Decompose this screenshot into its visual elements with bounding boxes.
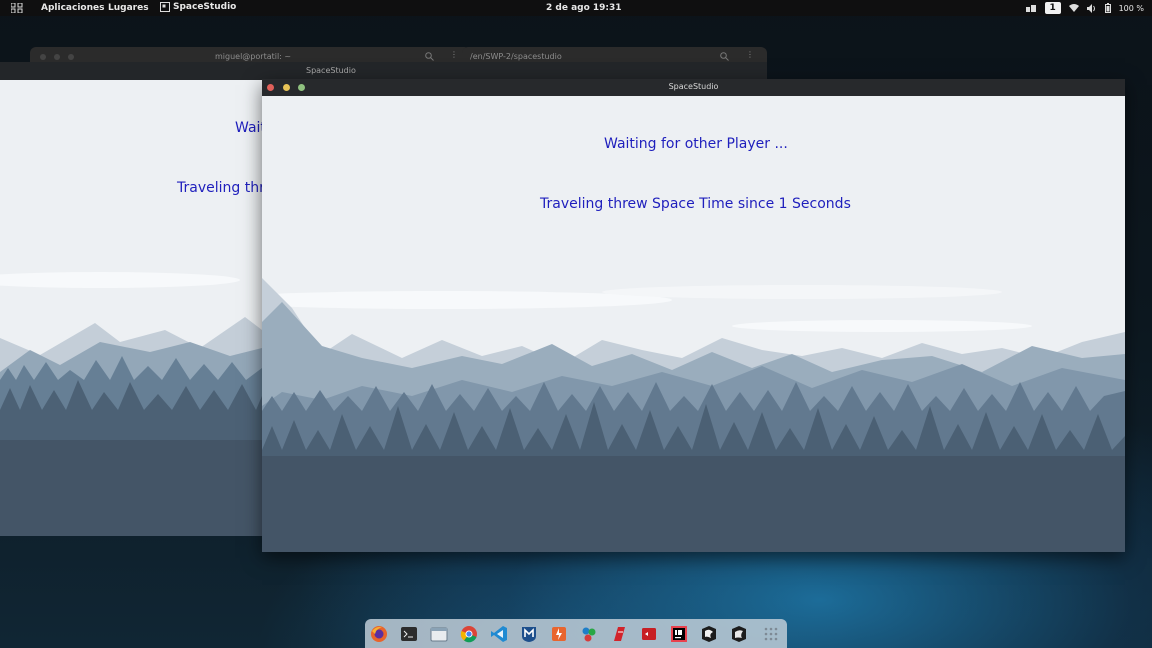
applications-menu[interactable]: Aplicaciones	[41, 3, 104, 13]
places-menu[interactable]: Lugares	[108, 3, 149, 13]
activities-grid-icon[interactable]	[11, 3, 23, 13]
back-window-title-extension: SpaceStudio	[262, 62, 767, 79]
traveling-message: Traveling threw Space Time since 1 Secon…	[177, 180, 262, 196]
menu-kebab-icon[interactable]: ⋮	[746, 50, 754, 59]
active-app-menu[interactable]: SpaceStudio	[160, 2, 236, 12]
firefox-icon[interactable]	[370, 625, 388, 643]
maltego-icon[interactable]	[580, 625, 598, 643]
back-window-title: SpaceStudio	[306, 66, 356, 75]
terminal-minimize-button[interactable]	[54, 54, 60, 60]
metasploit-icon[interactable]	[520, 625, 538, 643]
back-window-titlebar[interactable]	[0, 62, 262, 80]
spacestudio-window-back[interactable]: Waiting for other Player ... Traveling t…	[0, 62, 262, 536]
app-red-icon[interactable]	[640, 625, 658, 643]
traveling-message: Traveling threw Space Time since 1 Secon…	[540, 196, 851, 212]
system-tray: 1 100 %	[1025, 1, 1144, 15]
menu-kebab-icon[interactable]: ⋮	[450, 50, 458, 59]
files-icon[interactable]	[430, 625, 448, 643]
landscape-illustration	[262, 278, 1125, 552]
terminal-maximize-button[interactable]	[68, 54, 74, 60]
terminal-title: miguel@portatil: ~	[215, 52, 292, 61]
front-window-game-area: Waiting for other Player ... Traveling t…	[262, 96, 1125, 552]
intellij-icon[interactable]	[670, 625, 688, 643]
chrome-icon[interactable]	[460, 625, 478, 643]
active-app-label: SpaceStudio	[173, 2, 237, 12]
faraday-icon[interactable]	[610, 625, 628, 643]
search-icon[interactable]	[425, 52, 434, 61]
kali-icon[interactable]	[700, 625, 718, 643]
front-window-title: SpaceStudio	[668, 82, 719, 91]
battery-icon[interactable]	[1104, 3, 1111, 13]
show-apps-icon[interactable]	[762, 625, 780, 643]
volume-icon[interactable]	[1086, 3, 1097, 13]
terminal-icon[interactable]	[400, 625, 418, 643]
terminal-close-button[interactable]	[40, 54, 46, 60]
spacestudio-window-front[interactable]: SpaceStudio Waiting for other Player ...…	[262, 79, 1125, 552]
burpsuite-icon[interactable]	[550, 625, 568, 643]
search-icon[interactable]	[720, 52, 729, 61]
network-devices-icon[interactable]	[1025, 4, 1037, 13]
kali-alt-icon[interactable]	[730, 625, 748, 643]
app-window-icon	[160, 2, 170, 12]
wifi-icon[interactable]	[1068, 4, 1079, 12]
clock[interactable]: 2 de ago 19:31	[546, 3, 622, 13]
vscode-icon[interactable]	[490, 625, 508, 643]
dock	[365, 619, 787, 648]
waiting-message: Waiting for other Player ...	[235, 120, 262, 136]
workspace-indicator[interactable]: 1	[1044, 2, 1061, 14]
terminal-title: /en/SWP-2/spacestudio	[470, 52, 562, 61]
top-bar: Aplicaciones Lugares SpaceStudio 2 de ag…	[0, 0, 1152, 16]
back-window-game-area: Waiting for other Player ... Traveling t…	[0, 80, 262, 536]
landscape-illustration	[0, 272, 262, 536]
front-window-titlebar[interactable]: SpaceStudio	[262, 79, 1125, 96]
waiting-message: Waiting for other Player ...	[604, 136, 788, 152]
battery-percentage: 100 %	[1118, 3, 1144, 13]
